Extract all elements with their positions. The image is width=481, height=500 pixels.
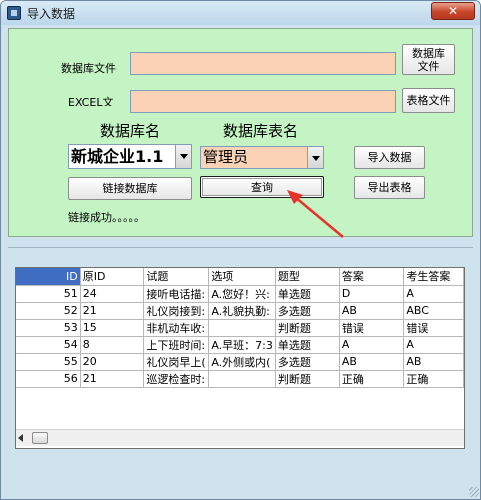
export-table-button[interactable]: 导出表格 [354,176,425,199]
app-icon [7,6,21,20]
scrollbar-thumb[interactable] [32,432,48,444]
table-row[interactable]: 53 15 非机动车收: 判断题 错误 错误 [16,319,464,337]
db-name-select[interactable]: 新城企业1.1 [68,144,192,169]
cell-type[interactable]: 单选题 [275,336,340,354]
excel-file-input[interactable] [130,90,396,113]
cell-type[interactable]: 单选题 [275,285,340,303]
cell-answer[interactable]: D [339,285,405,303]
column-header-answer[interactable]: 答案 [339,268,405,286]
close-button[interactable]: ✕ [431,2,475,20]
cell-question[interactable]: 上下班时间: [143,336,210,354]
table-header-row: ID 原ID 试题 选项 题型 答案 考生答案 [16,268,464,286]
data-grid[interactable]: ID 原ID 试题 选项 题型 答案 考生答案 51 24 接听电话描: A.您… [15,267,465,449]
cell-answer[interactable]: 正确 [339,370,405,388]
scroll-left-icon[interactable] [18,434,23,442]
cell-id[interactable]: 51 [16,285,81,303]
horizontal-scrollbar[interactable] [16,429,464,446]
table-row[interactable]: 54 8 上下班时间: A.早班：7:3 单选题 A A [16,336,464,354]
cell-candidate-answer[interactable]: AB [403,353,464,371]
cell-original-id[interactable]: 15 [80,319,145,337]
import-data-button[interactable]: 导入数据 [354,146,425,169]
cell-question[interactable]: 接听电话描: [143,285,210,303]
cell-id[interactable]: 52 [16,302,81,320]
column-header-original-id[interactable]: 原ID [80,268,145,286]
title-bar[interactable]: 导入数据 ✕ [1,1,480,25]
cell-original-id[interactable]: 21 [80,370,145,388]
cell-answer[interactable]: 错误 [339,319,405,337]
cell-original-id[interactable]: 24 [80,285,145,303]
table-row[interactable]: 56 21 巡逻检查时: 判断题 正确 正确 [16,370,464,388]
cell-candidate-answer[interactable]: 正确 [403,370,464,388]
cell-type[interactable]: 判断题 [275,370,340,388]
cell-id[interactable]: 54 [16,336,81,354]
cell-type[interactable]: 多选题 [275,302,340,320]
cell-answer[interactable]: A [339,336,405,354]
column-header-id[interactable]: ID [16,268,81,286]
chevron-down-icon[interactable] [175,145,191,168]
db-file-input[interactable] [130,52,396,75]
column-header-options[interactable]: 选项 [208,268,276,286]
cell-options[interactable] [208,370,276,388]
db-name-value: 新城企业1.1 [71,147,164,166]
divider [8,247,473,248]
cell-answer[interactable]: AB [339,302,405,320]
excel-file-button[interactable]: 表格文件 [402,88,455,113]
chevron-down-icon[interactable] [307,147,323,168]
cell-id[interactable]: 55 [16,353,81,371]
cell-candidate-answer[interactable]: ABC [403,302,464,320]
cell-id[interactable]: 56 [16,370,81,388]
cell-options[interactable] [208,319,276,337]
data-table: ID 原ID 试题 选项 题型 答案 考生答案 51 24 接听电话描: A.您… [16,268,464,388]
cell-id[interactable]: 53 [16,319,81,337]
db-name-label: 数据库名 [100,122,161,140]
cell-type[interactable]: 多选题 [275,353,340,371]
table-name-value: 管理员 [203,148,249,166]
cell-question[interactable]: 非机动车收: [143,319,210,337]
db-file-label: 数据库文件 [61,62,116,75]
table-row[interactable]: 55 20 礼仪岗早上( A.外侧或内( 多选题 AB AB [16,353,464,371]
cell-options[interactable]: A.早班：7:3 [208,336,276,354]
import-data-window: 导入数据 ✕ 数据库文件 数据库 文件 EXCEL文 表格文件 数据库名 数据库… [0,0,481,500]
cell-candidate-answer[interactable]: 错误 [403,319,464,337]
window-title: 导入数据 [27,7,76,21]
excel-file-label: EXCEL文 [68,96,114,106]
column-header-candidate-answer[interactable]: 考生答案 [403,268,464,286]
cell-type[interactable]: 判断题 [275,319,340,337]
cell-question[interactable]: 巡逻检查时: [143,370,210,388]
column-header-type[interactable]: 题型 [275,268,340,286]
cell-options[interactable]: A.您好！兴: [208,285,276,303]
cell-candidate-answer[interactable]: A [403,336,464,354]
table-name-label: 数据库表名 [223,122,299,140]
annotation-arrow-icon [287,190,344,238]
table-row[interactable]: 51 24 接听电话描: A.您好！兴: 单选题 D A [16,285,464,303]
cell-original-id[interactable]: 21 [80,302,145,320]
db-file-button[interactable]: 数据库 文件 [402,44,455,75]
connection-panel: 数据库文件 数据库 文件 EXCEL文 表格文件 数据库名 数据库表名 新城企业… [8,28,473,237]
cell-question[interactable]: 礼仪岗早上( [143,353,210,371]
column-header-question[interactable]: 试题 [143,268,210,286]
table-name-select[interactable]: 管理员 [200,146,324,169]
cell-candidate-answer[interactable]: A [403,285,464,303]
cell-original-id[interactable]: 20 [80,353,145,371]
table-row[interactable]: 52 21 礼仪岗接到: A.礼貌执勤: 多选题 AB ABC [16,302,464,320]
cell-answer[interactable]: AB [339,353,405,371]
cell-options[interactable]: A.礼貌执勤: [208,302,276,320]
cell-original-id[interactable]: 8 [80,336,145,354]
status-text: 链接成功。。。。。 [68,211,145,224]
connect-db-button[interactable]: 链接数据库 [68,177,192,200]
cell-options[interactable]: A.外侧或内( [208,353,276,371]
cell-question[interactable]: 礼仪岗接到: [143,302,210,320]
resize-grip-icon[interactable] [469,487,479,497]
